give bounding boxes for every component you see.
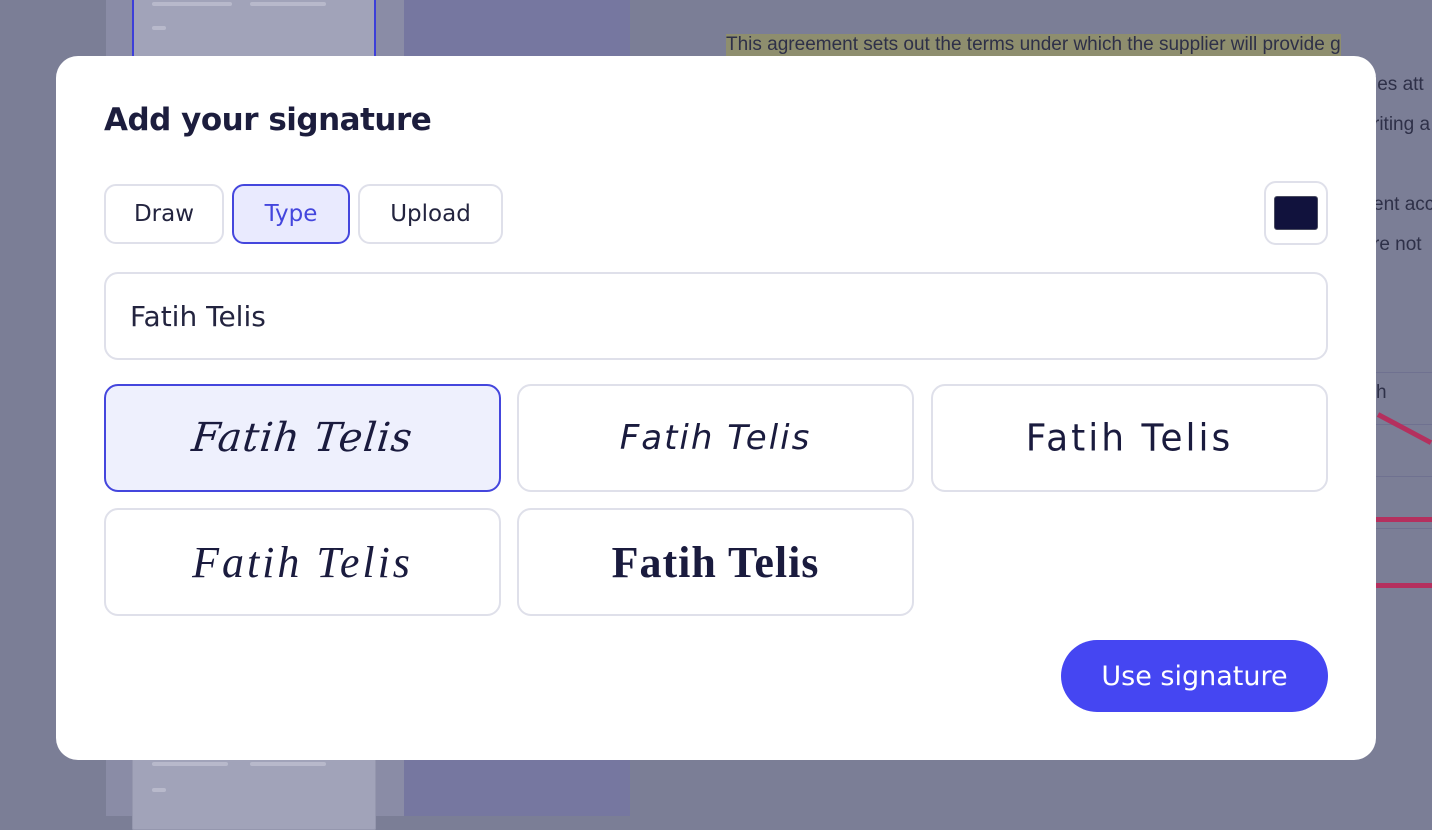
ink-color-swatch (1274, 196, 1318, 230)
chart-line (1376, 583, 1432, 588)
signature-preview: Fatih Telis (189, 415, 416, 461)
tab-type[interactable]: Type (232, 184, 350, 244)
document-line: h (1376, 382, 1387, 403)
chart-line (1376, 517, 1432, 522)
document-line: This agreement sets out the terms under … (726, 34, 1341, 56)
document-line: re not (1373, 234, 1422, 255)
chart-line (1376, 412, 1432, 445)
dialog-title: Add your signature (104, 102, 432, 138)
signature-preview: Fatih Telis (611, 537, 820, 587)
signature-style-option[interactable]: Fatih Telis (104, 384, 501, 492)
ink-color-picker[interactable] (1264, 181, 1328, 245)
signature-style-option[interactable]: Fatih Telis (931, 384, 1328, 492)
tab-draw[interactable]: Draw (104, 184, 224, 244)
page-thumbnail (132, 0, 376, 62)
document-line: ent acc (1373, 194, 1432, 215)
signature-preview: Fatih Telis (192, 537, 413, 587)
signature-style-option[interactable]: Fatih Telis (517, 508, 914, 616)
document-line: les att (1373, 74, 1424, 95)
signature-style-option[interactable]: Fatih Telis (517, 384, 914, 492)
signature-name-input[interactable] (104, 272, 1328, 360)
use-signature-button[interactable]: Use signature (1061, 640, 1328, 712)
signature-preview: Fatih Telis (1025, 416, 1234, 460)
document-line: riting a (1373, 114, 1431, 135)
signature-style-option[interactable]: Fatih Telis (104, 508, 501, 616)
tab-upload[interactable]: Upload (358, 184, 503, 244)
signature-dialog: Add your signature Draw Type Upload Fati… (56, 56, 1376, 760)
signature-preview: Fatih Telis (619, 418, 812, 458)
